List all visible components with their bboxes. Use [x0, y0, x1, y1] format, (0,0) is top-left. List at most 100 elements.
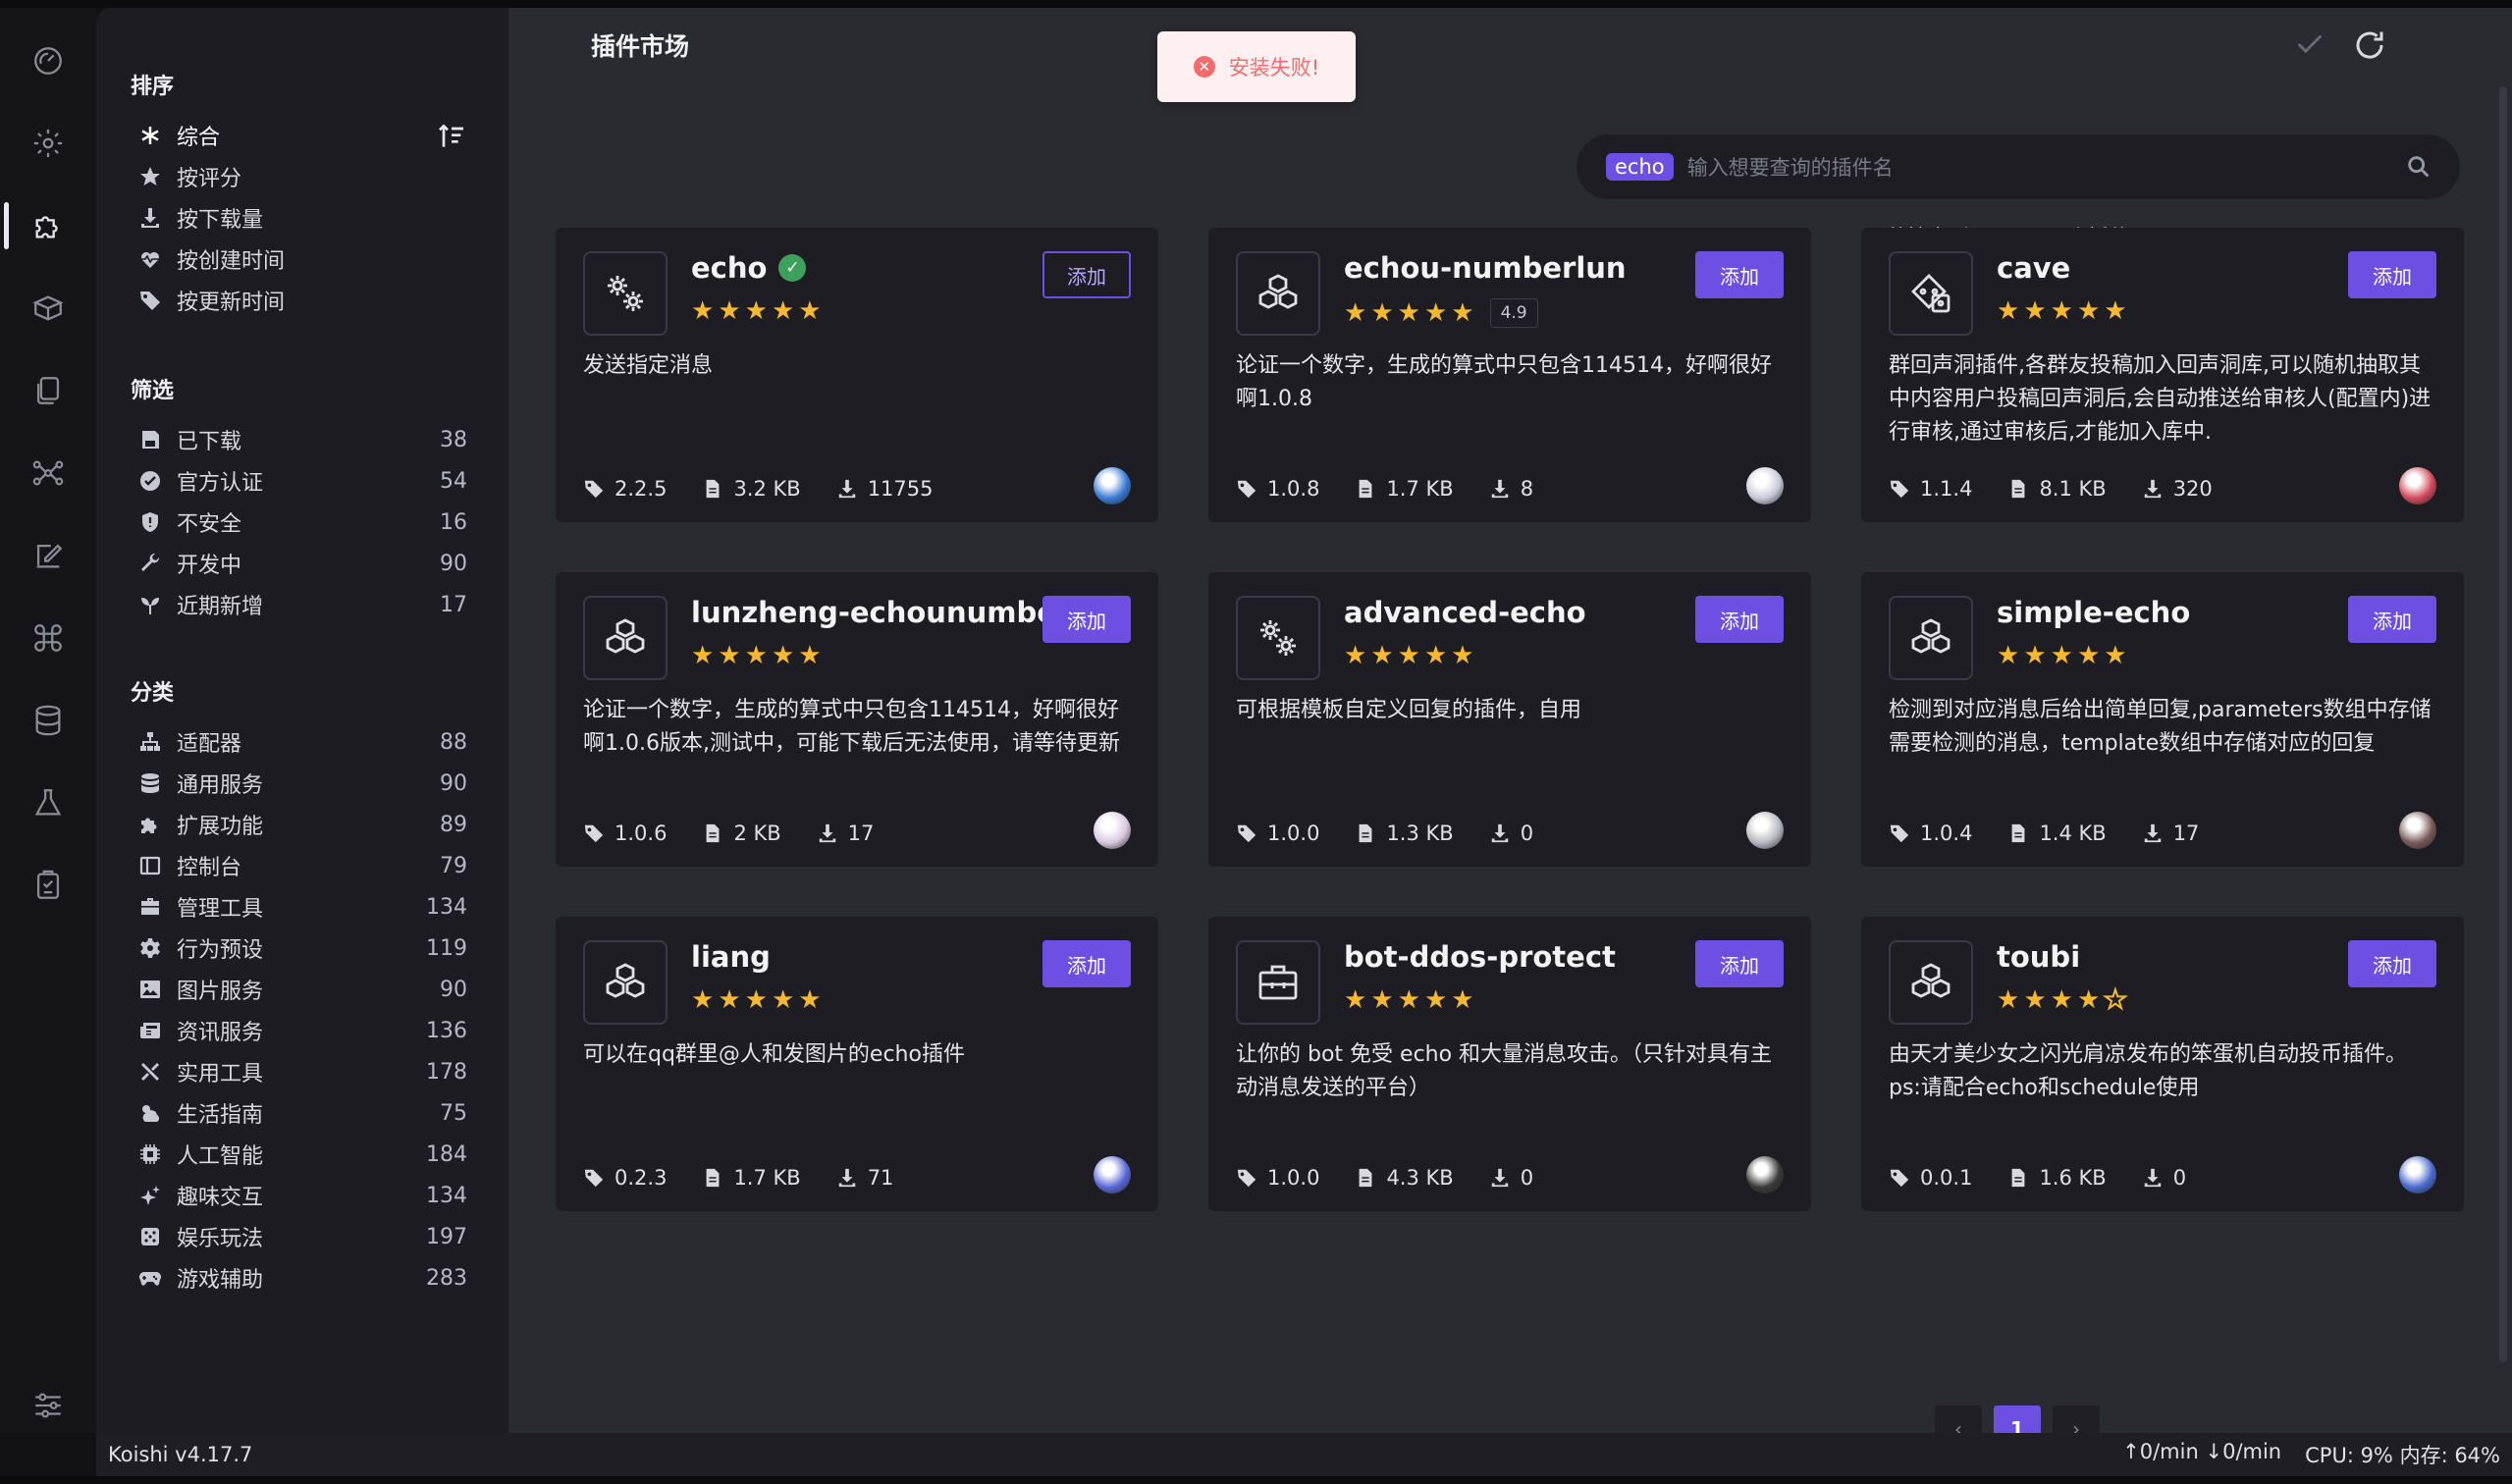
add-plugin-button[interactable]: 添加 [1042, 940, 1131, 987]
cpu-memory: CPU: 9% 内存: 64% [2305, 1444, 2500, 1467]
category-general-service[interactable]: 通用服务 90 [137, 766, 467, 801]
plugin-name[interactable]: simple-echo [1997, 596, 2190, 629]
command-icon[interactable] [25, 614, 72, 662]
star-filled-icon: ★ [771, 641, 795, 670]
add-plugin-button[interactable]: 添加 [1042, 596, 1131, 643]
search-bar[interactable]: echo 输入想要查询的插件名 [1577, 134, 2460, 199]
plugin-name[interactable]: echou-numberlun [1344, 251, 1627, 285]
active-marker [4, 202, 9, 249]
plugin-card[interactable]: echo ✓ ★ ★ ★ ★ ★ 添加 发送指定消息 2.2.5 3.2 KB 11755 [556, 228, 1158, 522]
lab-icon[interactable] [25, 779, 72, 826]
market-icon[interactable] [25, 285, 72, 332]
database-icon[interactable] [25, 697, 72, 744]
plugin-card[interactable]: toubi ★ ★ ★ ★ ★ 添加 由天才美少女之闪光肩凉发布的笨蛋机自动投币插件。ps:请… [1861, 917, 2464, 1211]
star-filled-icon: ★ [1451, 985, 1474, 1015]
clipboard-icon[interactable] [25, 862, 72, 909]
category-management[interactable]: 管理工具 134 [137, 889, 467, 925]
plugin-name[interactable]: advanced-echo [1344, 596, 1586, 629]
category-life-guide[interactable]: 生活指南 75 [137, 1095, 467, 1131]
star-filled-icon: ★ [1370, 298, 1394, 328]
add-plugin-button[interactable]: 添加 [2348, 940, 2436, 987]
edit-icon[interactable] [25, 532, 72, 579]
category-adapter[interactable]: 适配器 88 [137, 724, 467, 760]
plugin-card[interactable]: simple-echo ★ ★ ★ ★ ★ 添加 检测到对应消息后给出简单回复,paramet… [1861, 572, 2464, 867]
plugin-name[interactable]: toubi [1997, 940, 2080, 974]
add-plugin-button[interactable]: 添加 [2348, 596, 2436, 643]
author-avatar[interactable] [1746, 467, 1784, 504]
add-plugin-button[interactable]: 添加 [1042, 251, 1131, 298]
category-behavior-preset[interactable]: 行为预设 119 [137, 930, 467, 966]
refresh-icon[interactable] [2352, 27, 2387, 63]
category-ai[interactable]: 人工智能 184 [137, 1137, 467, 1172]
filter-downloaded[interactable]: 已下载 38 [137, 422, 467, 457]
plugin-icon[interactable] [25, 202, 72, 249]
plugin-name[interactable]: echo [691, 251, 767, 285]
category-extension[interactable]: 扩展功能 89 [137, 807, 467, 842]
search-tag[interactable]: echo [1606, 153, 1674, 181]
files-icon[interactable] [25, 367, 72, 414]
sliders-icon[interactable] [25, 1382, 72, 1429]
add-plugin-button[interactable]: 添加 [1695, 251, 1784, 298]
star-filled-icon: ★ [1397, 298, 1420, 328]
plugin-card[interactable]: bot-ddos-protect ★ ★ ★ ★ ★ 添加 让你的 bot 免受 echo 和… [1208, 917, 1811, 1211]
boxes-icon [583, 940, 668, 1025]
category-count: 89 [440, 812, 467, 837]
category-label: 资讯服务 [177, 1021, 264, 1045]
plugin-card[interactable]: echou-numberlun ★ ★ ★ ★ ★ 4.9 添加 论证一个数字，生成的算式中只包… [1208, 228, 1811, 522]
plugin-name[interactable]: bot-ddos-protect [1344, 940, 1616, 974]
author-avatar[interactable] [1094, 1156, 1131, 1193]
tools-icon [137, 1059, 163, 1085]
check-icon[interactable] [2293, 27, 2326, 61]
sort-created[interactable]: 按创建时间 [137, 241, 467, 277]
author-avatar[interactable] [1094, 812, 1131, 849]
plugin-description: 论证一个数字，生成的算式中只包含114514，好啊很好啊1.0.8 [1236, 353, 1772, 411]
author-avatar[interactable] [2399, 1156, 2436, 1193]
scrollbar[interactable] [2499, 86, 2507, 1362]
author-avatar[interactable] [1094, 467, 1131, 504]
sort-rating[interactable]: 按评分 [137, 159, 467, 194]
settings-icon[interactable] [25, 120, 72, 167]
plugin-card[interactable]: lunzheng-echounumber ★ ★ ★ ★ ★ 添加 论证一个数字，生成的算式中… [556, 572, 1158, 867]
plugin-size: 4.3 KB [1355, 1166, 1454, 1190]
author-avatar[interactable] [1746, 812, 1784, 849]
filter-recent[interactable]: 近期新增 17 [137, 587, 467, 622]
plugin-card[interactable]: advanced-echo ★ ★ ★ ★ ★ 添加 可根据模板自定义回复的插件，自用 1.0.… [1208, 572, 1811, 867]
plugin-name[interactable]: cave [1997, 251, 2070, 285]
plugin-name[interactable]: lunzheng-echounumber [691, 596, 1070, 629]
category-news-service[interactable]: 资讯服务 136 [137, 1013, 467, 1048]
database-icon [137, 770, 163, 796]
sort-updated[interactable]: 按更新时间 [137, 283, 467, 318]
author-avatar[interactable] [2399, 812, 2436, 849]
filter-verified[interactable]: 官方认证 54 [137, 463, 467, 499]
sort-comprehensive[interactable]: 综合 [137, 118, 467, 153]
category-image-service[interactable]: 图片服务 90 [137, 972, 467, 1007]
add-plugin-button[interactable]: 添加 [2348, 251, 2436, 298]
add-plugin-button[interactable]: 添加 [1695, 940, 1784, 987]
author-avatar[interactable] [2399, 467, 2436, 504]
plugin-downloads: 17 [2142, 822, 2199, 845]
plugin-card[interactable]: liang ★ ★ ★ ★ ★ 添加 可以在qq群里@人和发图片的echo插件 0.2.3 1.7… [556, 917, 1158, 1211]
filter-count: 54 [440, 468, 467, 494]
network-icon[interactable] [25, 450, 72, 497]
search-icon[interactable] [2405, 153, 2432, 181]
filter-insecure[interactable]: 不安全 16 [137, 504, 467, 540]
dashboard-icon[interactable] [25, 37, 72, 84]
filter-in-development[interactable]: 开发中 90 [137, 546, 467, 581]
category-entertainment[interactable]: 娱乐玩法 197 [137, 1219, 467, 1254]
category-label: 管理工具 [177, 897, 264, 922]
search-input[interactable]: 输入想要查询的插件名 [1687, 152, 2405, 182]
plugin-name[interactable]: liang [691, 940, 771, 974]
category-fun-interaction[interactable]: 趣味交互 134 [137, 1178, 467, 1213]
add-plugin-button[interactable]: 添加 [1695, 596, 1784, 643]
star-filled-icon: ★ [2023, 985, 2047, 1015]
author-avatar[interactable] [1746, 1156, 1784, 1193]
category-console[interactable]: 控制台 79 [137, 848, 467, 883]
star-filled-icon: ★ [744, 985, 768, 1015]
sort-label: 按评分 [177, 167, 242, 191]
category-utility[interactable]: 实用工具 178 [137, 1054, 467, 1089]
upload-rate: 0/min [2139, 1440, 2199, 1463]
plugin-card[interactable]: cave ★ ★ ★ ★ ★ 添加 群回声洞插件,各群友投稿加入回声洞库,可以随机抽取其中内容… [1861, 228, 2464, 522]
plugin-rating: ★ ★ ★ ★ ★ [691, 643, 822, 668]
sort-downloads[interactable]: 按下载量 [137, 200, 467, 236]
category-game-assist[interactable]: 游戏辅助 283 [137, 1260, 467, 1296]
